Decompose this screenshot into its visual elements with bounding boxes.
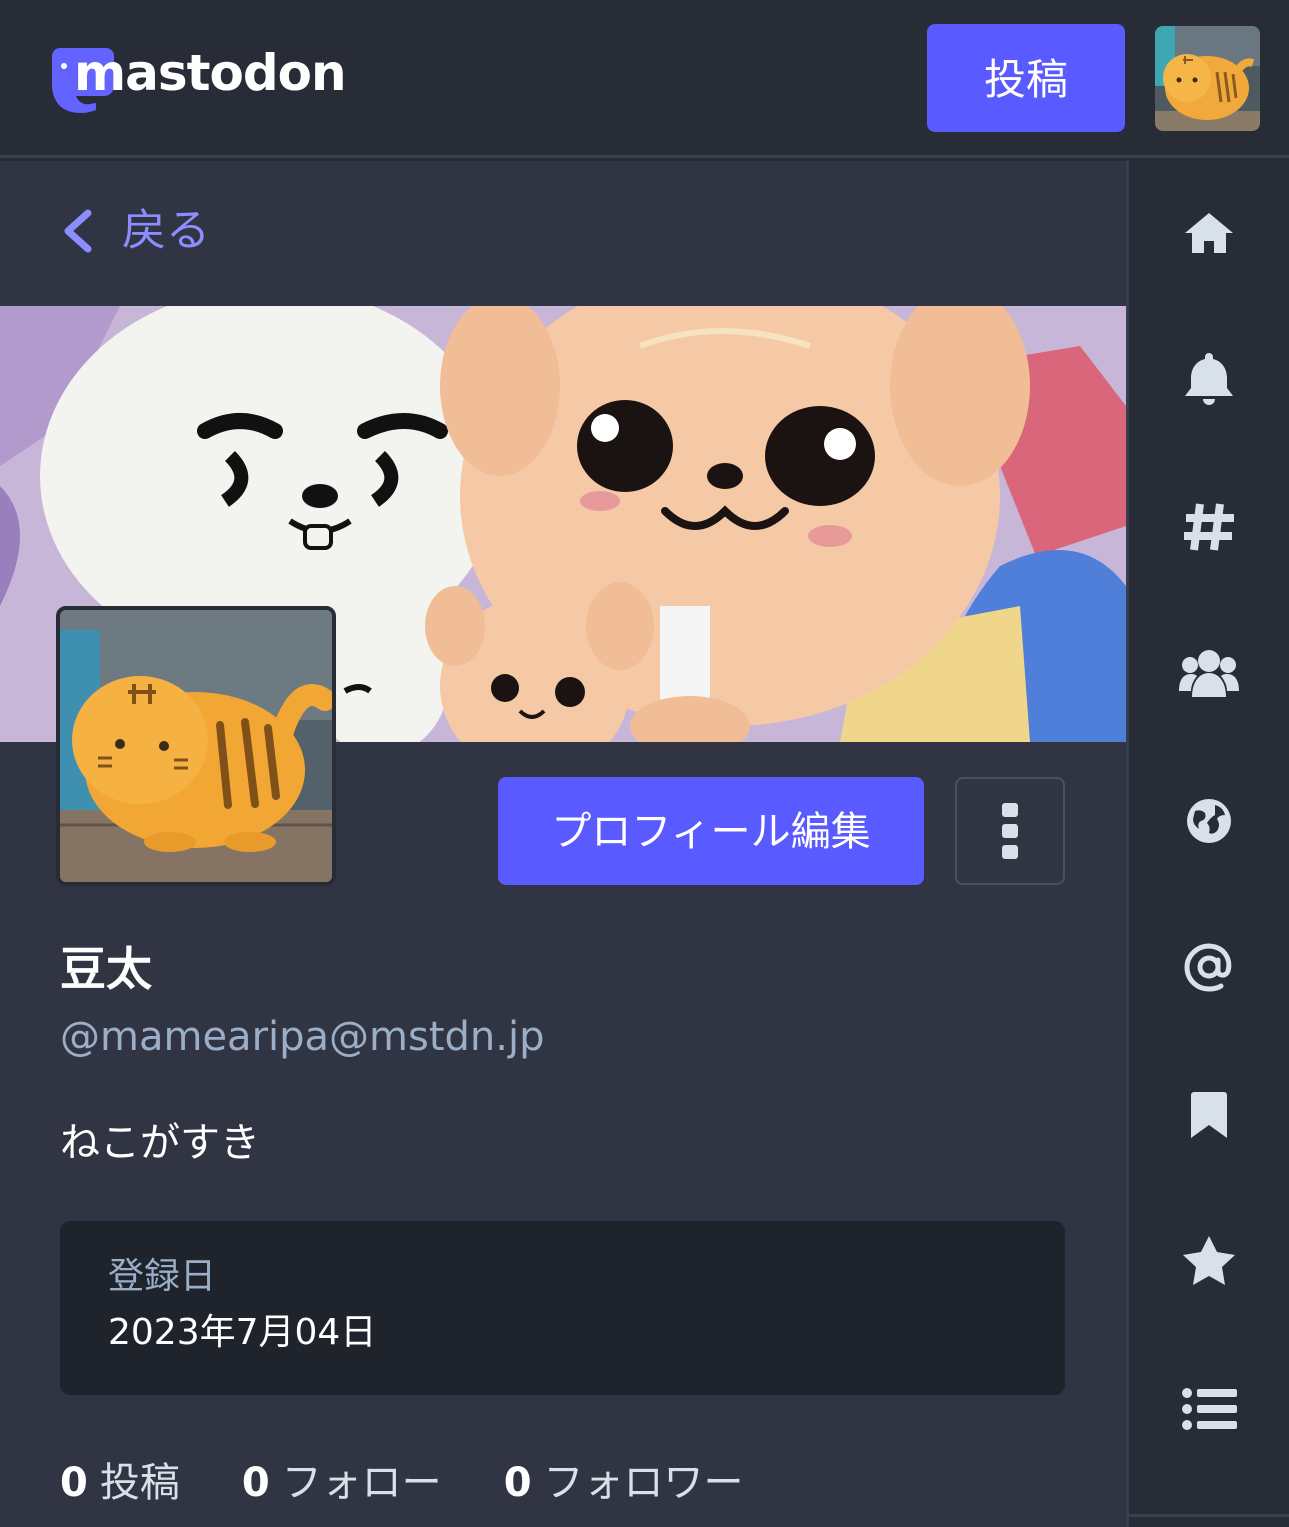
publish-button[interactable]: 投稿: [927, 24, 1125, 132]
stat-count: 0: [241, 1460, 270, 1506]
stat-count: 0: [503, 1460, 532, 1506]
stat-label: 投稿: [99, 1460, 180, 1506]
nav-favourites[interactable]: [1129, 1201, 1289, 1321]
followers-count-link[interactable]: 0 フォロワー: [504, 1453, 744, 1513]
edit-profile-button[interactable]: プロフィール編集: [498, 777, 924, 885]
nav-federated[interactable]: [1129, 761, 1289, 881]
nav-explore[interactable]: [1129, 467, 1289, 587]
profile-stats: 0 投稿 0 フォロー 0 フォロワー: [60, 1453, 806, 1513]
bell-icon: [1185, 353, 1233, 405]
profile-column: 戻る プロフィール編集 豆太 @mamearipa@mstdn.jp ねこがすき…: [0, 161, 1126, 1527]
joined-date-box: 登録日 2023年7月04日: [60, 1221, 1065, 1395]
hashtag-icon: [1184, 503, 1234, 551]
nav-mentions[interactable]: [1129, 907, 1289, 1027]
home-icon: [1185, 213, 1233, 253]
stat-label: フォロー: [281, 1460, 442, 1506]
stat-count: 0: [60, 1460, 88, 1506]
tiger-plush-avatar-picture: [60, 610, 332, 882]
posts-count-link[interactable]: 0 投稿: [60, 1453, 180, 1513]
profile-bio: ねこがすき: [60, 1120, 260, 1166]
vertical-ellipsis-icon: [1002, 803, 1018, 859]
nav-bookmarks[interactable]: [1129, 1055, 1289, 1175]
following-count-link[interactable]: 0 フォロー: [242, 1453, 442, 1513]
display-name: 豆太: [60, 942, 152, 996]
back-label: 戻る: [122, 205, 210, 256]
nav-notifications[interactable]: [1129, 319, 1289, 439]
globe-icon: [1187, 799, 1231, 843]
brand-wordmark: mastodon: [74, 44, 347, 102]
profile-avatar[interactable]: [56, 606, 336, 886]
account-handle: @mamearipa@mstdn.jp: [60, 1014, 545, 1060]
column-back-button[interactable]: 戻る: [0, 161, 1126, 306]
bookmark-icon: [1191, 1092, 1227, 1138]
joined-label: 登録日: [108, 1256, 217, 1297]
users-icon: [1179, 650, 1239, 697]
top-bar: mastodon 投稿: [0, 0, 1289, 158]
nav-home[interactable]: [1129, 173, 1289, 293]
list-icon: [1182, 1388, 1237, 1430]
stat-label: フォロワー: [543, 1460, 744, 1506]
nav-lists[interactable]: [1129, 1349, 1289, 1469]
navigation-panel: [1126, 161, 1289, 1527]
at-icon: [1184, 943, 1232, 992]
more-options-button[interactable]: [955, 777, 1065, 885]
nav-local[interactable]: [1129, 613, 1289, 733]
current-user-avatar[interactable]: [1155, 26, 1260, 131]
chevron-left-icon: [64, 209, 92, 253]
mastodon-logo[interactable]: mastodon: [44, 40, 347, 120]
joined-date: 2023年7月04日: [108, 1312, 377, 1353]
nav-divider: [1129, 1514, 1289, 1517]
star-icon: [1183, 1236, 1235, 1285]
tiger-plush-avatar-image: [1155, 26, 1260, 131]
